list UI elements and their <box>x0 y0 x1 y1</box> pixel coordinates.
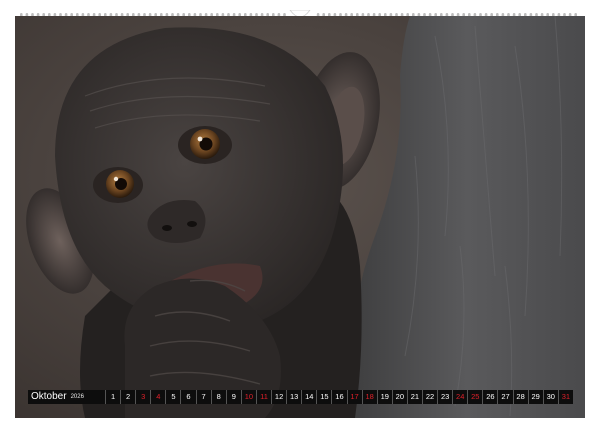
day-cell: 18 <box>361 390 377 404</box>
day-cell: 5 <box>165 390 180 404</box>
day-cell: 30 <box>542 390 558 404</box>
right-eye-highlight <box>197 136 203 142</box>
day-cell: 4 <box>150 390 165 404</box>
day-cell: 31 <box>557 390 573 404</box>
day-cell: 2 <box>120 390 135 404</box>
day-cell: 7 <box>195 390 211 404</box>
calendar-strip: Oktober 2026 1 2 3 4 5 6 7 8 9 10 11 12 13 14 15 16 17 18… <box>28 390 573 404</box>
day-cell: 15 <box>316 390 331 404</box>
day-cell: 19 <box>376 390 392 404</box>
bonobo-baby-photo <box>15 16 585 418</box>
left-nostril <box>162 225 172 231</box>
month-label: Oktober 2026 <box>28 390 105 404</box>
day-cell: 26 <box>482 390 497 404</box>
day-cell: 27 <box>497 390 512 404</box>
day-cell: 9 <box>225 390 241 404</box>
day-cell: 11 <box>255 390 271 404</box>
year-label: 2026 <box>70 394 84 400</box>
day-cell: 14 <box>301 390 316 404</box>
day-cell: 23 <box>437 390 452 404</box>
photo-illustration <box>15 16 585 418</box>
day-cell: 28 <box>512 390 528 404</box>
day-cell: 25 <box>467 390 482 404</box>
day-cell: 22 <box>421 390 437 404</box>
day-cell: 8 <box>210 390 226 404</box>
day-cell: 29 <box>527 390 543 404</box>
day-cell: 1 <box>105 390 120 404</box>
day-cell: 20 <box>391 390 407 404</box>
day-cell: 12 <box>271 390 286 404</box>
day-cell: 16 <box>331 390 346 404</box>
day-cells: 1 2 3 4 5 6 7 8 9 10 11 12 13 14 15 16 17 18 19 20 21 22 23 24 2… <box>105 390 573 404</box>
day-cell: 24 <box>452 390 467 404</box>
month-name: Oktober <box>31 391 67 402</box>
right-nostril <box>187 221 197 227</box>
day-cell: 21 <box>406 390 422 404</box>
calendar-page: Oktober 2026 1 2 3 4 5 6 7 8 9 10 11 12 13 14 15 16 17 18… <box>0 0 600 432</box>
day-cell: 17 <box>346 390 362 404</box>
day-cell: 6 <box>180 390 195 404</box>
day-cell: 10 <box>240 390 256 404</box>
day-cell: 13 <box>286 390 301 404</box>
day-cell: 3 <box>135 390 150 404</box>
left-eye-highlight <box>113 176 119 182</box>
